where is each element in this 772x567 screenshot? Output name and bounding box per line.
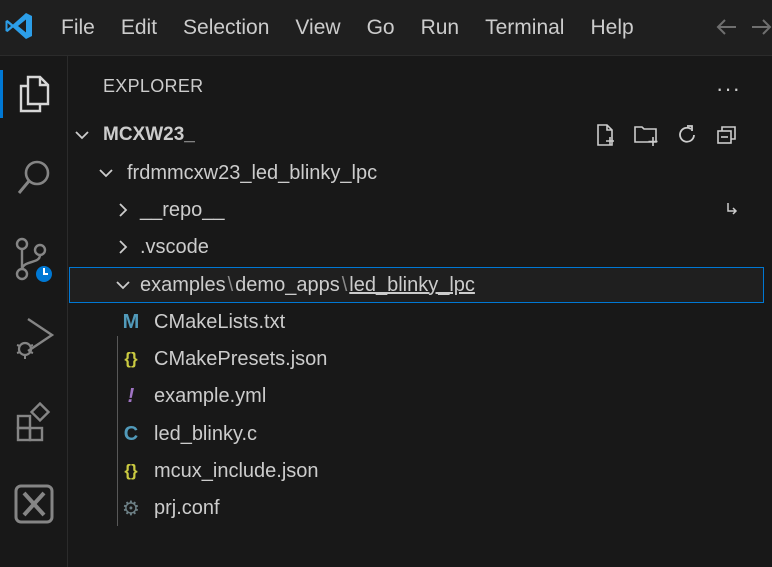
explorer-icon[interactable] [0, 64, 68, 124]
yaml-icon: ! [127, 384, 135, 407]
explorer-sidebar: EXPLORER ··· MCXW23_ frdmmcxw23_led_blin… [68, 56, 772, 567]
chevron-down-icon [99, 169, 113, 178]
menu-selection[interactable]: Selection [170, 0, 282, 56]
menu-terminal[interactable]: Terminal [472, 0, 577, 56]
menu-view[interactable]: View [282, 0, 353, 56]
chevron-down-icon [75, 131, 89, 140]
workspace-name: MCXW23_ [103, 124, 195, 145]
symlink-arrow-icon [727, 203, 738, 215]
folder-label: __repo__ [140, 198, 225, 221]
compact-folder-path: examples \ demo_apps \ led_blinky_lpc [140, 274, 475, 297]
path-segment-examples[interactable]: examples [140, 274, 226, 296]
search-icon[interactable] [0, 148, 68, 208]
path-separator: \ [341, 273, 348, 296]
c-file-icon: C [123, 422, 139, 445]
file-item[interactable]: ⚙ prj.conf [68, 490, 772, 526]
chevron-down-icon [116, 281, 130, 290]
file-item[interactable]: {} mcux_include.json [68, 453, 772, 489]
file-label: CMakeLists.txt [154, 310, 286, 333]
json-icon: {} [124, 349, 138, 368]
file-label: example.yml [154, 384, 267, 407]
extensions-icon[interactable] [0, 392, 68, 452]
mcuxpresso-icon[interactable] [0, 474, 68, 534]
activity-bar [0, 56, 68, 567]
menu-go[interactable]: Go [354, 0, 408, 56]
menu-file[interactable]: File [48, 0, 108, 56]
file-label: prj.conf [154, 496, 220, 519]
file-item[interactable]: {} CMakePresets.json [68, 341, 772, 377]
folder-vscode[interactable]: .vscode [68, 229, 772, 265]
folder-repo[interactable]: __repo__ [68, 192, 772, 228]
chevron-right-icon [119, 240, 128, 254]
collapse-all-icon[interactable] [714, 122, 740, 148]
path-separator: \ [227, 273, 234, 296]
vscode-logo-icon [5, 13, 32, 39]
json-icon: {} [124, 461, 138, 480]
file-item[interactable]: M CMakeLists.txt [68, 304, 772, 340]
menu-bar: File Edit Selection View Go Run Terminal… [48, 0, 647, 56]
menu-edit[interactable]: Edit [108, 0, 170, 56]
title-bar: File Edit Selection View Go Run Terminal… [0, 0, 772, 56]
new-folder-icon[interactable] [632, 122, 660, 148]
file-label: CMakePresets.json [154, 347, 328, 370]
workspace-folder-header[interactable]: MCXW23_ [68, 117, 772, 153]
project-folder-label: frdmmcxw23_led_blinky_lpc [127, 161, 378, 184]
source-control-icon[interactable] [0, 230, 68, 290]
cmake-icon: M [122, 310, 140, 333]
chevron-right-icon [119, 203, 128, 217]
path-segment-led-blinky-lpc[interactable]: led_blinky_lpc [349, 274, 475, 296]
folder-examples-compact[interactable]: examples \ demo_apps \ led_blinky_lpc [69, 267, 764, 303]
folder-label: .vscode [140, 235, 209, 258]
file-label: led_blinky.c [154, 422, 258, 445]
explorer-title: EXPLORER [103, 76, 204, 96]
menu-run[interactable]: Run [408, 0, 473, 56]
file-item[interactable]: C led_blinky.c [68, 416, 772, 452]
config-gear-icon: ⚙ [122, 497, 140, 520]
back-arrow-icon[interactable] [714, 14, 740, 40]
new-file-icon[interactable] [592, 122, 618, 148]
forward-arrow-icon[interactable] [750, 14, 772, 40]
file-item[interactable]: ! example.yml [68, 378, 772, 414]
menu-help[interactable]: Help [577, 0, 646, 56]
path-segment-demo-apps[interactable]: demo_apps [235, 274, 340, 296]
run-debug-icon[interactable] [0, 308, 68, 368]
file-label: mcux_include.json [154, 459, 319, 482]
refresh-icon[interactable] [674, 122, 700, 148]
more-actions-icon[interactable]: ··· [716, 76, 741, 102]
project-folder[interactable]: frdmmcxw23_led_blinky_lpc [68, 155, 772, 191]
